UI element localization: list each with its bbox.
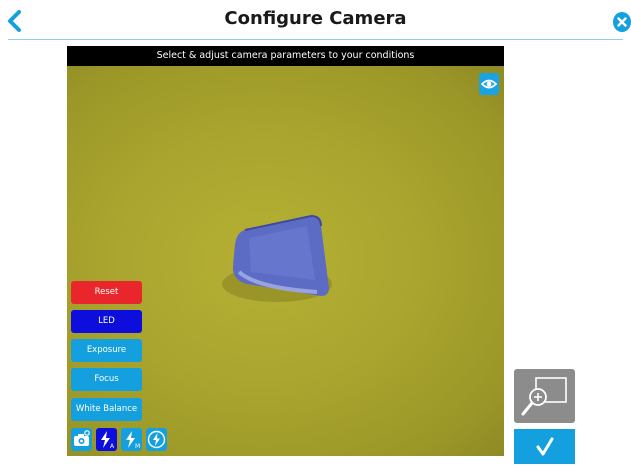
flash-auto-icon: A	[101, 431, 115, 450]
flash-off-icon	[147, 430, 166, 449]
exposure-button[interactable]: Exposure	[71, 339, 142, 362]
svg-text:A: A	[110, 443, 115, 450]
close-circle-icon	[613, 12, 631, 32]
flash-off-button[interactable]	[146, 428, 167, 451]
white-balance-button[interactable]: White Balance	[71, 398, 142, 421]
checkmark-icon	[536, 437, 554, 456]
camera-settings-button[interactable]	[71, 428, 92, 451]
camera-settings-icon	[74, 430, 90, 446]
zoom-in-icon	[521, 377, 567, 416]
zoom-button[interactable]	[514, 369, 575, 423]
close-button[interactable]	[613, 12, 631, 32]
header: Configure Camera	[0, 0, 631, 40]
eye-icon	[480, 79, 498, 89]
svg-text:M: M	[135, 443, 140, 450]
flash-manual-icon: M	[126, 431, 140, 450]
camera-view: Select & adjust camera parameters to you…	[67, 46, 504, 456]
flash-auto-button[interactable]: A	[96, 428, 117, 451]
led-button[interactable]: LED	[71, 310, 142, 333]
confirm-button[interactable]	[514, 429, 575, 464]
header-divider	[8, 39, 623, 40]
flash-manual-button[interactable]: M	[121, 428, 142, 451]
focus-button[interactable]: Focus	[71, 368, 142, 391]
preview-toggle-button[interactable]	[479, 73, 499, 95]
reset-button[interactable]: Reset	[71, 281, 142, 304]
camera-caption: Select & adjust camera parameters to you…	[67, 46, 504, 66]
page-title: Configure Camera	[224, 8, 407, 29]
